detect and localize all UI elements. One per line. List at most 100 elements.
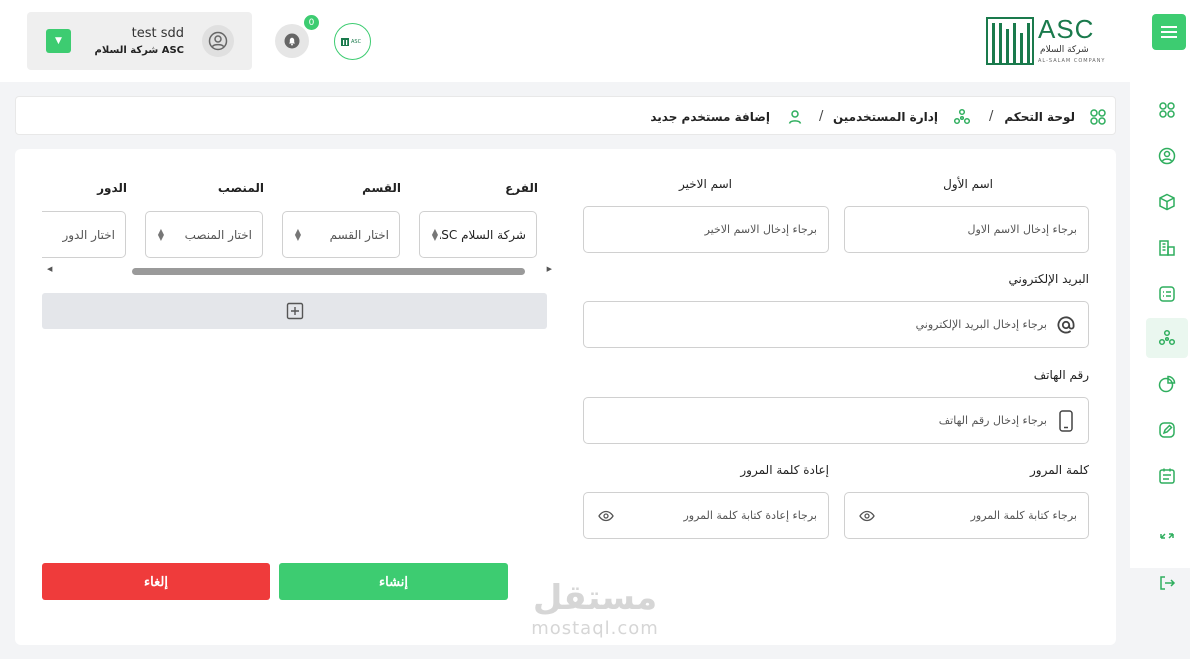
sidebar-item-dashboard[interactable] [1146,90,1188,130]
role-value: اختار الدور [62,227,115,242]
brand-arabic: شركة السلام [1040,45,1089,55]
department-select[interactable]: اختار القسم ▲ ▼ [282,211,400,258]
confirm-password-label: إعادة كلمة المرور [740,463,829,477]
notifications-button[interactable] [275,24,309,58]
buildings-icon [1159,240,1175,256]
menu-icon [1161,26,1177,38]
plus-square-icon [286,302,303,320]
sort-arrows-icon: ▲ ▼ [157,226,165,242]
user-circle-icon [208,31,228,51]
asc-logo-icon: ASC [340,37,362,46]
chevron-down-icon[interactable]: ▼ [46,29,71,53]
pie-chart-icon [1158,375,1176,393]
brand-mark-icon [986,17,1034,65]
department-label: القسم [362,181,401,195]
breadcrumb-separator: / [989,109,994,124]
brand-logo: ASC شركة السلام AL-SALAM COMPANY [986,14,1111,66]
last-name-placeholder: برجاء إدخال الاسم الاخير [704,223,817,236]
sort-arrows-icon: ▲ ▼ [431,226,439,242]
sidebar-item-calendar[interactable] [1146,456,1188,496]
email-label: البريد الإلكتروني [1008,272,1089,286]
add-assignment-button[interactable] [42,293,547,329]
position-select[interactable]: اختار المنصب ▲ ▼ [145,211,263,258]
dashboard-icon [1089,97,1107,136]
department-value: اختار القسم [329,227,389,242]
edit-icon [1159,422,1175,438]
sidebar-item-edit[interactable] [1146,410,1188,450]
branch-select[interactable]: شركة السلام ASC ▲▼ [419,211,537,258]
role-label: الدور [97,181,127,195]
sidebar-item-users[interactable] [1146,318,1188,358]
sidebar [1130,0,1190,568]
user-name: test sdd [131,26,184,41]
mini-logo-text: ASC [351,39,362,45]
first-name-field[interactable]: برجاء إدخال الاسم الاول [844,206,1089,253]
password-label: كلمة المرور [1029,463,1089,477]
create-button[interactable]: إنشاء [279,563,508,600]
sidebar-item-transfer[interactable] [1146,516,1188,556]
cancel-button[interactable]: إلغاء [42,563,270,600]
breadcrumb-users[interactable]: إدارة المستخدمين [833,97,938,136]
scrollbar-thumb[interactable] [132,268,525,275]
sidebar-item-profile[interactable] [1146,136,1188,176]
last-name-field[interactable]: برجاء إدخال الاسم الاخير [583,206,829,253]
sidebar-item-branches[interactable] [1146,228,1188,268]
user-icon [787,97,803,136]
brand-name: ASC [1038,14,1095,44]
last-name-label: اسم الاخير [678,177,732,191]
user-menu[interactable]: ▼ test sdd شركة السلام ASC [27,12,252,70]
sidebar-item-tasks[interactable] [1146,274,1188,314]
branch-label: الفرع [505,181,538,195]
confirm-password-placeholder: برجاء إعادة كتابة كلمة المرور [683,509,817,522]
email-placeholder: برجاء إدخال البريد الإلكتروني [915,318,1047,331]
user-settings-icon [1158,147,1176,165]
avatar[interactable] [202,25,234,57]
transfer-icon [1160,533,1174,539]
phone-icon [1055,409,1077,432]
confirm-password-field[interactable]: برجاء إعادة كتابة كلمة المرور [583,492,829,539]
users-network-icon [953,97,971,136]
scroll-left-icon[interactable]: ◀ [47,265,52,273]
watermark-arabic: مستقل [532,578,658,618]
eye-icon[interactable] [595,510,617,522]
phone-placeholder: برجاء إدخال رقم الهاتف [938,414,1047,427]
cube-icon [1159,193,1175,211]
branch-value: شركة السلام ASC [440,227,526,242]
scroll-right-icon[interactable]: ▶ [547,265,552,273]
phone-field[interactable]: برجاء إدخال رقم الهاتف [583,397,1089,444]
eye-icon[interactable] [856,510,878,522]
checklist-icon [1159,286,1175,302]
password-field[interactable]: برجاء كتابة كلمة المرور [844,492,1089,539]
watermark-english: mostaql.com [531,618,659,639]
notification-count-badge: 0 [304,15,319,30]
first-name-label: اسم الأول [943,177,993,191]
logout-icon [1160,576,1176,590]
bell-icon [284,33,300,49]
at-sign-icon [1055,315,1077,335]
breadcrumb-current: إضافة مستخدم جديد [650,109,770,124]
brand-english: AL-SALAM COMPANY [1038,58,1106,64]
top-bar: ▼ test sdd شركة السلام ASC 0 ASC ASC شرك… [0,0,1130,82]
calendar-icon [1159,468,1175,484]
logout-button[interactable] [1146,571,1188,595]
sidebar-item-products[interactable] [1146,182,1188,222]
breadcrumb: لوحة التحكم / إدارة المستخدمين / إضافة م… [15,96,1116,135]
breadcrumb-home[interactable]: لوحة التحكم [1004,97,1075,136]
role-select[interactable]: اختار الدور [42,211,126,258]
breadcrumb-separator: / [819,109,824,124]
first-name-placeholder: برجاء إدخال الاسم الاول [967,223,1077,236]
users-network-icon [1158,329,1176,346]
position-value: اختار المنصب [184,227,252,242]
company-mini-logo[interactable]: ASC [334,23,371,60]
password-placeholder: برجاء كتابة كلمة المرور [970,509,1077,522]
horizontal-scrollbar[interactable]: ◀ ▶ [42,265,552,277]
position-label: المنصب [217,181,264,195]
email-field[interactable]: برجاء إدخال البريد الإلكتروني [583,301,1089,348]
dashboard-icon [1159,102,1175,118]
sidebar-item-reports[interactable] [1146,364,1188,404]
watermark: مستقل mostaql.com [522,578,668,648]
phone-label: رقم الهاتف [1033,368,1089,382]
sort-arrows-icon: ▲ ▼ [294,226,302,242]
add-user-form: اسم الأول برجاء إدخال الاسم الاول اسم ال… [15,149,1116,645]
menu-toggle-button[interactable] [1152,14,1186,50]
